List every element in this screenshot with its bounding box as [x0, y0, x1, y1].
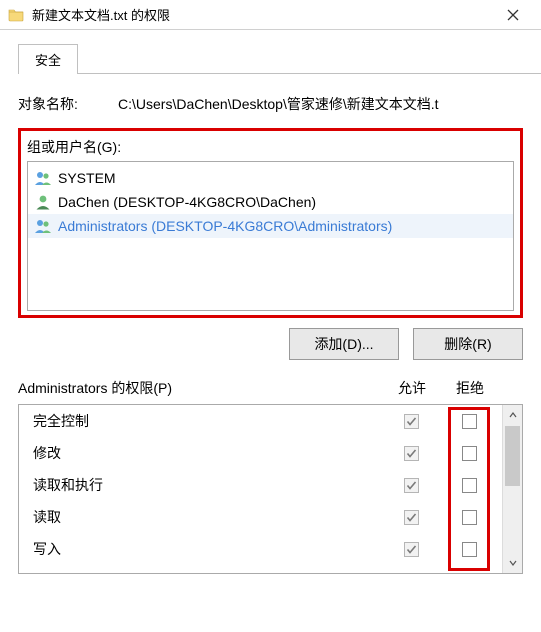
user-item[interactable]: DaChen (DESKTOP-4KG8CRO\DaChen) [28, 190, 513, 214]
deny-column-header: 拒绝 [441, 378, 499, 398]
allow-checkbox [404, 542, 419, 557]
scroll-down-button[interactable] [503, 553, 522, 573]
folder-icon [8, 7, 24, 23]
permission-label: 写入 [33, 539, 382, 559]
allow-column-header: 允许 [383, 378, 441, 398]
permission-row: 写入 [19, 533, 502, 565]
permission-row: 完全控制 [19, 405, 502, 437]
user-icon [34, 193, 52, 211]
group-icon [34, 217, 52, 235]
button-row: 添加(D)... 删除(R) [18, 328, 523, 360]
highlight-box-deny-column [448, 407, 490, 571]
tab-strip: 安全 [18, 44, 541, 74]
dialog-content: 对象名称: C:\Users\DaChen\Desktop\管家速修\新建文本文… [0, 74, 541, 574]
remove-button-label: 删除(R) [444, 336, 491, 352]
group-icon [34, 169, 52, 187]
tab-security[interactable]: 安全 [18, 44, 78, 74]
permission-label: 读取和执行 [33, 475, 382, 495]
scroll-thumb[interactable] [505, 426, 520, 486]
window-title: 新建文本文档.txt 的权限 [32, 5, 493, 24]
object-name-value: C:\Users\DaChen\Desktop\管家速修\新建文本文档.t [118, 94, 523, 114]
allow-checkbox [404, 478, 419, 493]
remove-button[interactable]: 删除(R) [413, 328, 523, 360]
user-item-label: SYSTEM [58, 170, 116, 186]
allow-checkbox [404, 414, 419, 429]
permission-label: 修改 [33, 443, 382, 463]
permission-label: 读取 [33, 507, 382, 527]
close-button[interactable] [493, 0, 533, 30]
permissions-title: Administrators 的权限(P) [18, 378, 383, 398]
permission-row: 读取 [19, 501, 502, 533]
permission-label: 完全控制 [33, 411, 382, 431]
group-users-label: 组或用户名(G): [27, 137, 514, 157]
users-list[interactable]: SYSTEM DaChen (DESKTOP-4KG8CRO\DaChen) Adm… [27, 161, 514, 311]
permissions-rows: 完全控制修改读取和执行读取写入 [19, 405, 502, 573]
user-item[interactable]: SYSTEM [28, 166, 513, 190]
permissions-scrollbar[interactable] [502, 405, 522, 573]
allow-checkbox [404, 446, 419, 461]
scroll-track[interactable] [503, 487, 522, 553]
allow-checkbox [404, 510, 419, 525]
permission-row: 修改 [19, 437, 502, 469]
user-item-label: DaChen (DESKTOP-4KG8CRO\DaChen) [58, 194, 316, 210]
object-name-row: 对象名称: C:\Users\DaChen\Desktop\管家速修\新建文本文… [18, 94, 523, 114]
user-item[interactable]: Administrators (DESKTOP-4KG8CRO\Administ… [28, 214, 513, 238]
tab-label: 安全 [35, 53, 61, 68]
add-button-label: 添加(D)... [314, 336, 373, 352]
permission-row: 读取和执行 [19, 469, 502, 501]
object-name-label: 对象名称: [18, 94, 118, 114]
titlebar: 新建文本文档.txt 的权限 [0, 0, 541, 30]
scroll-up-button[interactable] [503, 405, 522, 425]
highlight-box-users: 组或用户名(G): SYSTEM DaChen (DESKTOP-4KG8CRO\… [18, 128, 523, 318]
permissions-header: Administrators 的权限(P) 允许 拒绝 [18, 378, 523, 398]
user-item-label: Administrators (DESKTOP-4KG8CRO\Administ… [58, 218, 392, 234]
add-button[interactable]: 添加(D)... [289, 328, 399, 360]
permissions-box: 完全控制修改读取和执行读取写入 [18, 404, 523, 574]
